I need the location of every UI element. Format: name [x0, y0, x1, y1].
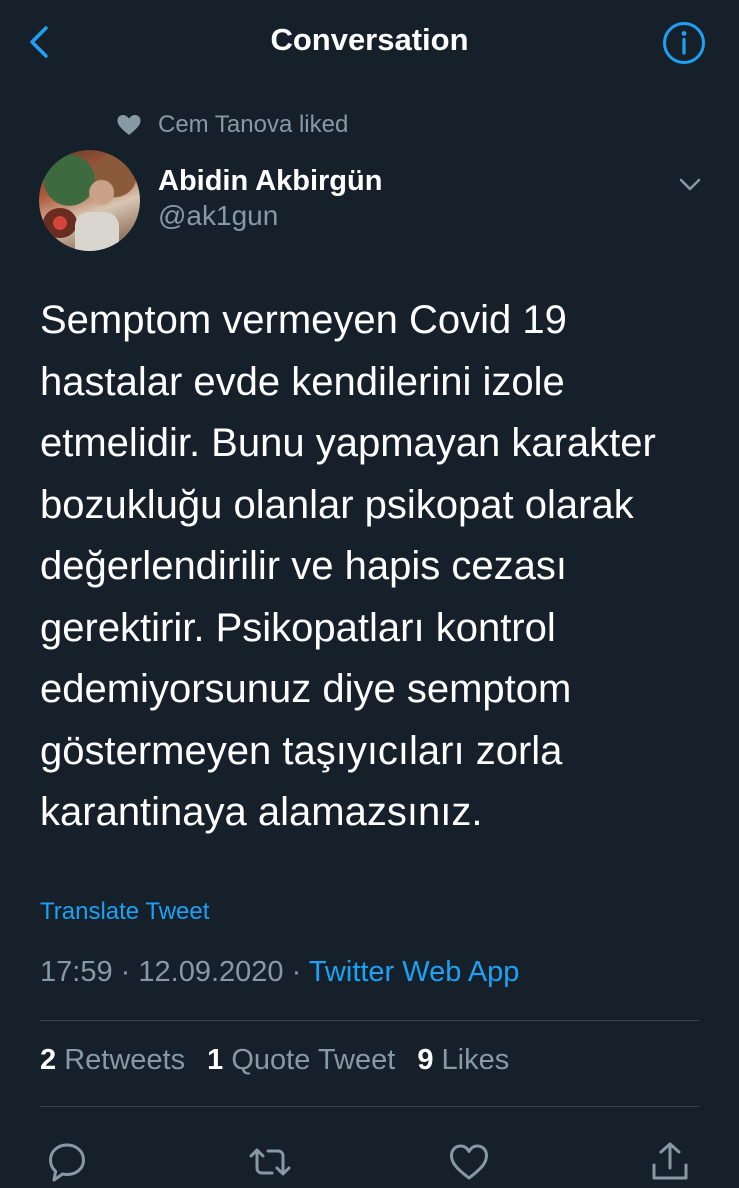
quotes-count: 1: [207, 1044, 224, 1076]
quotes-label: Quote Tweet: [231, 1044, 396, 1076]
like-icon: [450, 1144, 488, 1180]
tweet-stats: 2 Retweets 1 Quote Tweet 9 Likes: [40, 1044, 523, 1077]
author-name[interactable]: Abidin Akbirgün: [158, 165, 382, 198]
tweet-text: Semptom vermeyen Covid 19 hastalar evde …: [40, 298, 656, 834]
tweet-meta: 17:59 · 12.09.2020 · Twitter Web App: [40, 956, 519, 989]
retweet-icon: [249, 1148, 291, 1176]
chevron-down-icon: [679, 178, 701, 191]
retweets-stat[interactable]: 2 Retweets: [40, 1044, 185, 1076]
avatar-detail: [75, 212, 119, 251]
like-button[interactable]: [449, 1141, 489, 1183]
info-button[interactable]: [661, 20, 707, 66]
likes-count: 9: [417, 1044, 434, 1076]
social-context[interactable]: Cem Tanova liked: [116, 108, 348, 142]
retweets-count: 2: [40, 1044, 57, 1076]
page-title: Conversation: [270, 22, 469, 57]
heart-icon: [117, 115, 141, 135]
likes-stat[interactable]: 9 Likes: [417, 1044, 509, 1076]
avatar-detail: [43, 208, 77, 238]
translate-tweet-link[interactable]: Translate Tweet: [40, 898, 209, 926]
divider: [40, 1020, 699, 1021]
retweets-label: Retweets: [64, 1044, 186, 1076]
reply-button[interactable]: [47, 1141, 87, 1183]
divider: [40, 1106, 699, 1107]
retweet-button[interactable]: [248, 1141, 292, 1183]
quote-tweets-stat[interactable]: 1 Quote Tweet: [207, 1044, 395, 1076]
meta-separator: ·: [291, 956, 302, 988]
tweet-time: 17:59: [40, 956, 113, 988]
share-button[interactable]: [650, 1141, 690, 1183]
share-icon: [652, 1142, 688, 1180]
likes-label: Likes: [441, 1044, 510, 1076]
meta-separator: ·: [120, 956, 131, 988]
avatar[interactable]: [39, 150, 140, 251]
tweet-date: 12.09.2020: [138, 956, 284, 988]
action-bar: [0, 1135, 739, 1184]
info-icon: [663, 22, 705, 64]
reply-icon: [49, 1143, 85, 1182]
top-bar: Conversation: [0, 0, 739, 86]
author-handle[interactable]: @ak1gun: [158, 200, 278, 232]
tweet-source-link[interactable]: Twitter Web App: [309, 956, 520, 988]
social-context-text: Cem Tanova liked: [158, 111, 349, 138]
tweet-menu-button[interactable]: [676, 170, 704, 198]
